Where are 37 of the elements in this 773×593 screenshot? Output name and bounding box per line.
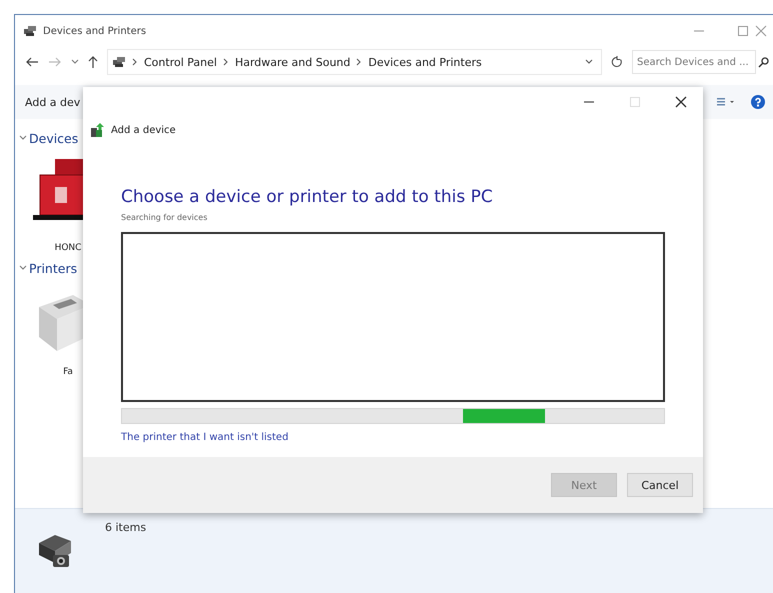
back-arrow-icon[interactable]: [25, 56, 39, 68]
maximize-icon: [629, 96, 641, 108]
help-icon[interactable]: [751, 95, 765, 109]
device-list[interactable]: [121, 232, 665, 402]
search-field[interactable]: Search Devices and ...: [632, 50, 756, 74]
chevron-down-icon[interactable]: [585, 59, 593, 65]
device-label[interactable]: HONC: [54, 243, 82, 253]
breadcrumb[interactable]: Hardware and Sound: [234, 56, 350, 68]
chevron-down-icon[interactable]: [19, 134, 27, 142]
search-status: Searching for devices: [121, 213, 208, 222]
search-icon: [758, 56, 769, 68]
window-title: Devices and Printers: [43, 26, 146, 36]
device-label[interactable]: Fa: [63, 367, 73, 377]
chevron-right-icon: [222, 58, 229, 66]
add-device-icon: [91, 123, 105, 137]
printer-not-listed-link[interactable]: The printer that I want isn't listed: [121, 432, 288, 443]
breadcrumb[interactable]: Devices and Printers: [368, 56, 482, 68]
dialog-title: Add a device: [111, 124, 176, 136]
toolbar-button[interactable]: Add a dev: [25, 96, 80, 108]
chevron-right-icon: [132, 58, 138, 66]
section-title[interactable]: Printers: [29, 260, 78, 276]
breadcrumb[interactable]: Control Panel: [144, 56, 217, 68]
chevron-down-icon[interactable]: [19, 264, 27, 272]
item-count: 6 items: [105, 521, 146, 534]
devices-icon: [23, 25, 37, 37]
refresh-icon[interactable]: [611, 56, 623, 68]
section-title[interactable]: Devices: [29, 130, 78, 146]
cancel-button[interactable]: Cancel: [627, 473, 693, 497]
chevron-right-icon: [356, 58, 362, 66]
up-arrow-icon[interactable]: [88, 56, 98, 68]
close-icon[interactable]: [675, 96, 687, 108]
view-options-icon[interactable]: [717, 97, 737, 107]
dialog-heading: Choose a device or printer to add to this PC: [121, 187, 494, 207]
maximize-icon[interactable]: [737, 25, 749, 37]
devices-icon: [112, 56, 126, 68]
chevron-down-icon[interactable]: [71, 59, 79, 65]
address-bar[interactable]: Control Panel Hardware and Sound Devices and Printers: [107, 49, 602, 75]
